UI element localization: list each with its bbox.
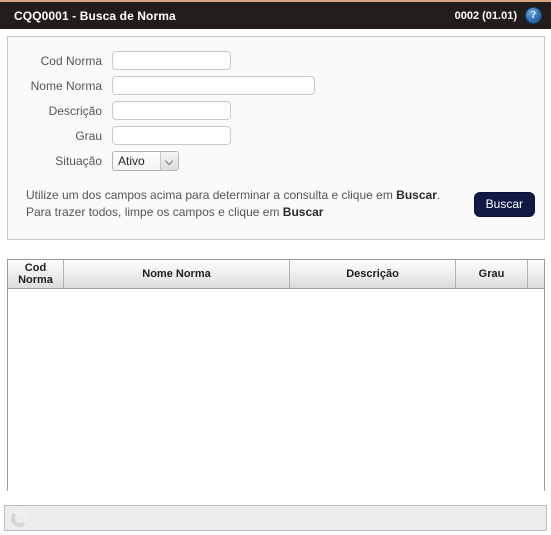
cod-norma-input[interactable]: [112, 51, 231, 70]
version-label: 0002 (01.01): [454, 9, 517, 22]
descricao-input[interactable]: [112, 101, 231, 120]
results-table: Cod Norma Nome Norma Descrição Grau: [7, 259, 545, 491]
nome-norma-input[interactable]: [112, 76, 315, 95]
field-row-nome-norma: Nome Norma: [8, 74, 544, 97]
field-row-cod-norma: Cod Norma: [8, 49, 544, 72]
window-title-bar: CQQ0001 - Busca de Norma 0002 (01.01) ?: [0, 0, 551, 29]
column-header-grau[interactable]: Grau: [456, 260, 528, 288]
chevron-down-icon: [166, 157, 173, 164]
instruction-line-2-text: Para trazer todos, limpe os campos e cli…: [26, 205, 283, 219]
instruction-line-2-strong: Buscar: [282, 205, 324, 219]
instruction-line-1-suffix: .: [436, 188, 441, 202]
instruction-line-1-strong: Buscar: [396, 188, 437, 202]
loading-spinner-icon: [11, 509, 28, 527]
search-button[interactable]: Buscar: [473, 192, 535, 217]
form-fields-area: Cod Norma Nome Norma Descrição Grau Situ…: [8, 37, 544, 172]
situacao-dropdown-arrow[interactable]: [160, 151, 178, 170]
situacao-selected-value: Ativo: [118, 153, 145, 168]
search-form-panel: Cod Norma Nome Norma Descrição Grau Situ…: [7, 36, 545, 240]
hint-area: Utilize um dos campos acima para determi…: [8, 187, 544, 221]
nome-norma-label: Nome Norma: [30, 78, 102, 93]
instruction-line-2: Para trazer todos, limpe os campos e cli…: [26, 204, 440, 221]
instruction-line-1-text: Utilize um dos campos acima para determi…: [26, 188, 397, 202]
help-icon[interactable]: ?: [525, 7, 542, 24]
status-bar: [4, 505, 547, 531]
column-header-nome-norma[interactable]: Nome Norma: [64, 260, 290, 288]
instruction-line-1: Utilize um dos campos acima para determi…: [26, 187, 440, 204]
field-row-grau: Grau: [8, 124, 544, 147]
field-row-descricao: Descrição: [8, 99, 544, 122]
search-instructions: Utilize um dos campos acima para determi…: [26, 187, 440, 221]
field-row-situacao: Situação Ativo: [8, 149, 544, 172]
column-header-descricao[interactable]: Descrição: [290, 260, 456, 288]
page-title: CQQ0001 - Busca de Norma: [14, 8, 176, 23]
column-header-scrollbar-gutter: [528, 260, 544, 288]
grau-input[interactable]: [112, 126, 231, 145]
table-header-row: Cod Norma Nome Norma Descrição Grau: [8, 260, 544, 289]
situacao-select-wrapper[interactable]: Ativo: [112, 150, 179, 171]
cod-norma-label: Cod Norma: [40, 53, 102, 68]
situacao-label: Situação: [55, 153, 102, 168]
table-body-empty: [8, 289, 544, 491]
title-bar-right-group: 0002 (01.01) ?: [455, 7, 542, 24]
grau-label: Grau: [75, 128, 102, 143]
column-header-cod-norma[interactable]: Cod Norma: [8, 260, 64, 288]
descricao-label: Descrição: [48, 103, 102, 118]
